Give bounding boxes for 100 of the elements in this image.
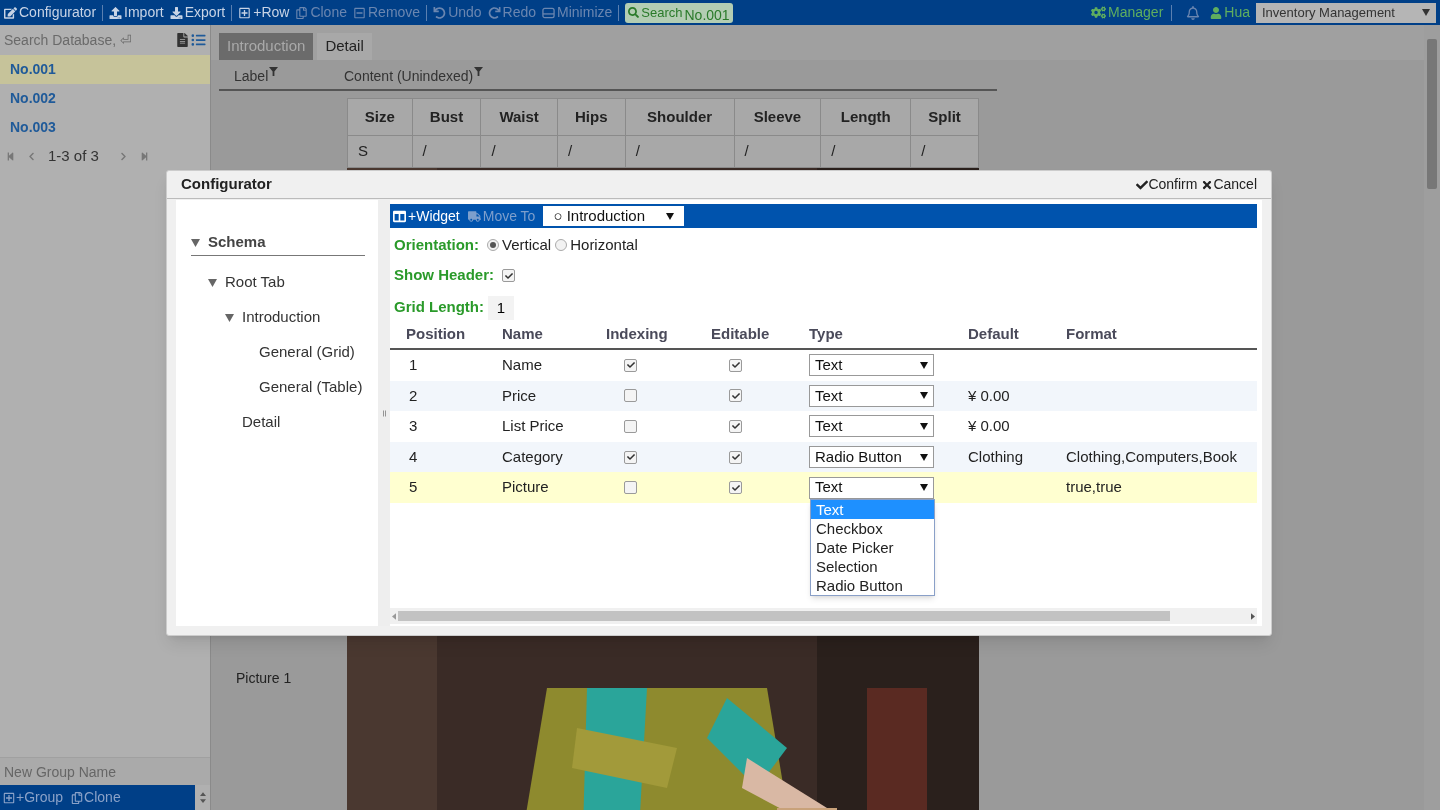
field-label: Orientation: [394, 234, 479, 255]
table-cell-text: 5 [408, 477, 419, 498]
tree-item[interactable]: General (Table) [259, 376, 363, 399]
toolbar-button[interactable]: +Row [238, 2, 290, 23]
column-header[interactable]: Content (Unindexed) [344, 66, 484, 87]
add-widget-button[interactable]: +Widget [393, 205, 460, 227]
menu-option[interactable]: Radio Button [811, 576, 934, 595]
checkbox[interactable] [624, 420, 637, 433]
copy-icon [71, 791, 84, 804]
record-item[interactable]: No.001 [0, 55, 210, 84]
target-select[interactable]: ○ Introduction [543, 206, 685, 226]
caret-icon [1422, 9, 1430, 16]
table-cell-text: List Price [502, 416, 565, 437]
user-icon [1210, 6, 1223, 19]
menu-option[interactable]: Date Picker [811, 538, 934, 557]
checkbox[interactable] [729, 358, 742, 372]
field-row[interactable]: 3 List Price Text ¥ 0.00 [390, 411, 1257, 442]
type-select[interactable]: Text [809, 384, 934, 407]
type-select[interactable]: Text [809, 354, 934, 377]
menu-option[interactable]: Checkbox [811, 519, 934, 538]
field-row[interactable]: 2 Price Text ¥ 0.00 [390, 380, 1257, 412]
toolbar-button[interactable]: Import [109, 2, 164, 23]
horizontal-scrollbar[interactable] [390, 608, 1257, 624]
scroll-left-icon[interactable] [392, 612, 396, 620]
field-label: Grid Length: [394, 297, 484, 318]
table-cell-text: Picture [502, 477, 550, 498]
grip-icon[interactable] [382, 409, 386, 417]
field-label: Show Header: [394, 265, 495, 286]
checkbox[interactable] [729, 389, 742, 403]
gears-icon [1091, 5, 1107, 20]
search-icon [628, 7, 640, 18]
check-icon [1136, 178, 1149, 191]
table-cell: / [557, 135, 626, 168]
document-icon[interactable] [176, 33, 189, 47]
group-button[interactable]: +Group [3, 787, 64, 808]
radio-button[interactable] [555, 239, 568, 251]
table-cell-text: 4 [408, 446, 419, 467]
checkbox[interactable] [624, 358, 637, 372]
group-button[interactable]: Clone [71, 787, 121, 808]
column-header: Editable [711, 326, 771, 344]
scroll-right-icon[interactable] [1251, 612, 1255, 620]
checkbox[interactable] [624, 481, 637, 495]
table-cell: / [734, 135, 821, 168]
tree-item[interactable]: Schema [208, 231, 266, 254]
user-button[interactable]: Hua [1210, 2, 1250, 23]
toolbar-button[interactable]: Export [169, 2, 226, 23]
check-icon [626, 361, 635, 370]
tab[interactable]: Detail [317, 33, 372, 60]
close-icon [1201, 178, 1214, 191]
menu-option[interactable]: Selection [811, 557, 934, 576]
vertical-scrollbar[interactable] [1424, 25, 1440, 810]
tree-item[interactable]: Introduction [242, 306, 321, 329]
group-name-field[interactable]: New Group Name [0, 757, 210, 785]
first-page-icon[interactable] [6, 152, 15, 161]
column-header: Name [502, 326, 544, 344]
column-header: Position [405, 326, 467, 344]
notification-icon[interactable] [1186, 5, 1201, 20]
check-icon [731, 391, 740, 400]
table-cell: S [347, 135, 413, 168]
type-select[interactable]: Text [809, 415, 934, 438]
search-field[interactable]: Search Database, ⏎ [4, 29, 174, 51]
tree-item[interactable]: Detail [242, 411, 281, 434]
caret-icon [920, 392, 928, 400]
field-row[interactable]: 4 Category Radio Button Clothing Clothing,Computers,Book [390, 441, 1257, 473]
check-icon [731, 361, 740, 370]
app-select[interactable]: Inventory Management [1256, 2, 1436, 23]
confirm-button[interactable]: Confirm [1136, 174, 1198, 195]
checkbox[interactable] [624, 450, 637, 464]
radio-button[interactable] [487, 239, 499, 251]
last-page-icon[interactable] [139, 152, 149, 161]
grid-length-field[interactable]: 1 [488, 295, 514, 320]
checkbox[interactable] [624, 389, 637, 403]
table-cell: / [412, 135, 481, 168]
cancel-button[interactable]: Cancel [1201, 174, 1257, 195]
list-icon[interactable] [191, 33, 206, 47]
toolbar-button[interactable]: Configurator [4, 2, 97, 23]
column-header: Format [1066, 326, 1118, 344]
column-header[interactable]: Label [234, 66, 344, 87]
type-select[interactable]: Radio Button [809, 446, 934, 469]
field-row[interactable]: 1 Name Text [390, 350, 1257, 381]
filter-icon[interactable] [269, 67, 279, 76]
table-cell: / [820, 135, 911, 168]
filter-icon[interactable] [474, 67, 484, 76]
edit-icon [4, 6, 17, 19]
checkbox[interactable] [729, 481, 742, 495]
checkbox[interactable] [729, 420, 742, 433]
checkbox[interactable] [502, 269, 516, 282]
previous-page-icon[interactable] [27, 152, 36, 161]
table-cell-text: Price [502, 385, 538, 406]
field-row[interactable]: 5 Picture Text true,true [390, 472, 1257, 503]
tree-item[interactable]: General (Grid) [259, 341, 355, 364]
next-page-icon[interactable] [118, 152, 128, 161]
tree-item[interactable]: Root Tab [225, 271, 285, 294]
copy-icon [295, 6, 309, 19]
table-cell-text: true,true [1066, 477, 1122, 498]
type-select[interactable]: Text [809, 476, 934, 499]
manager-button[interactable]: Manager [1091, 2, 1164, 23]
window-icon [542, 6, 556, 19]
checkbox[interactable] [729, 450, 742, 464]
check-icon [731, 453, 740, 462]
